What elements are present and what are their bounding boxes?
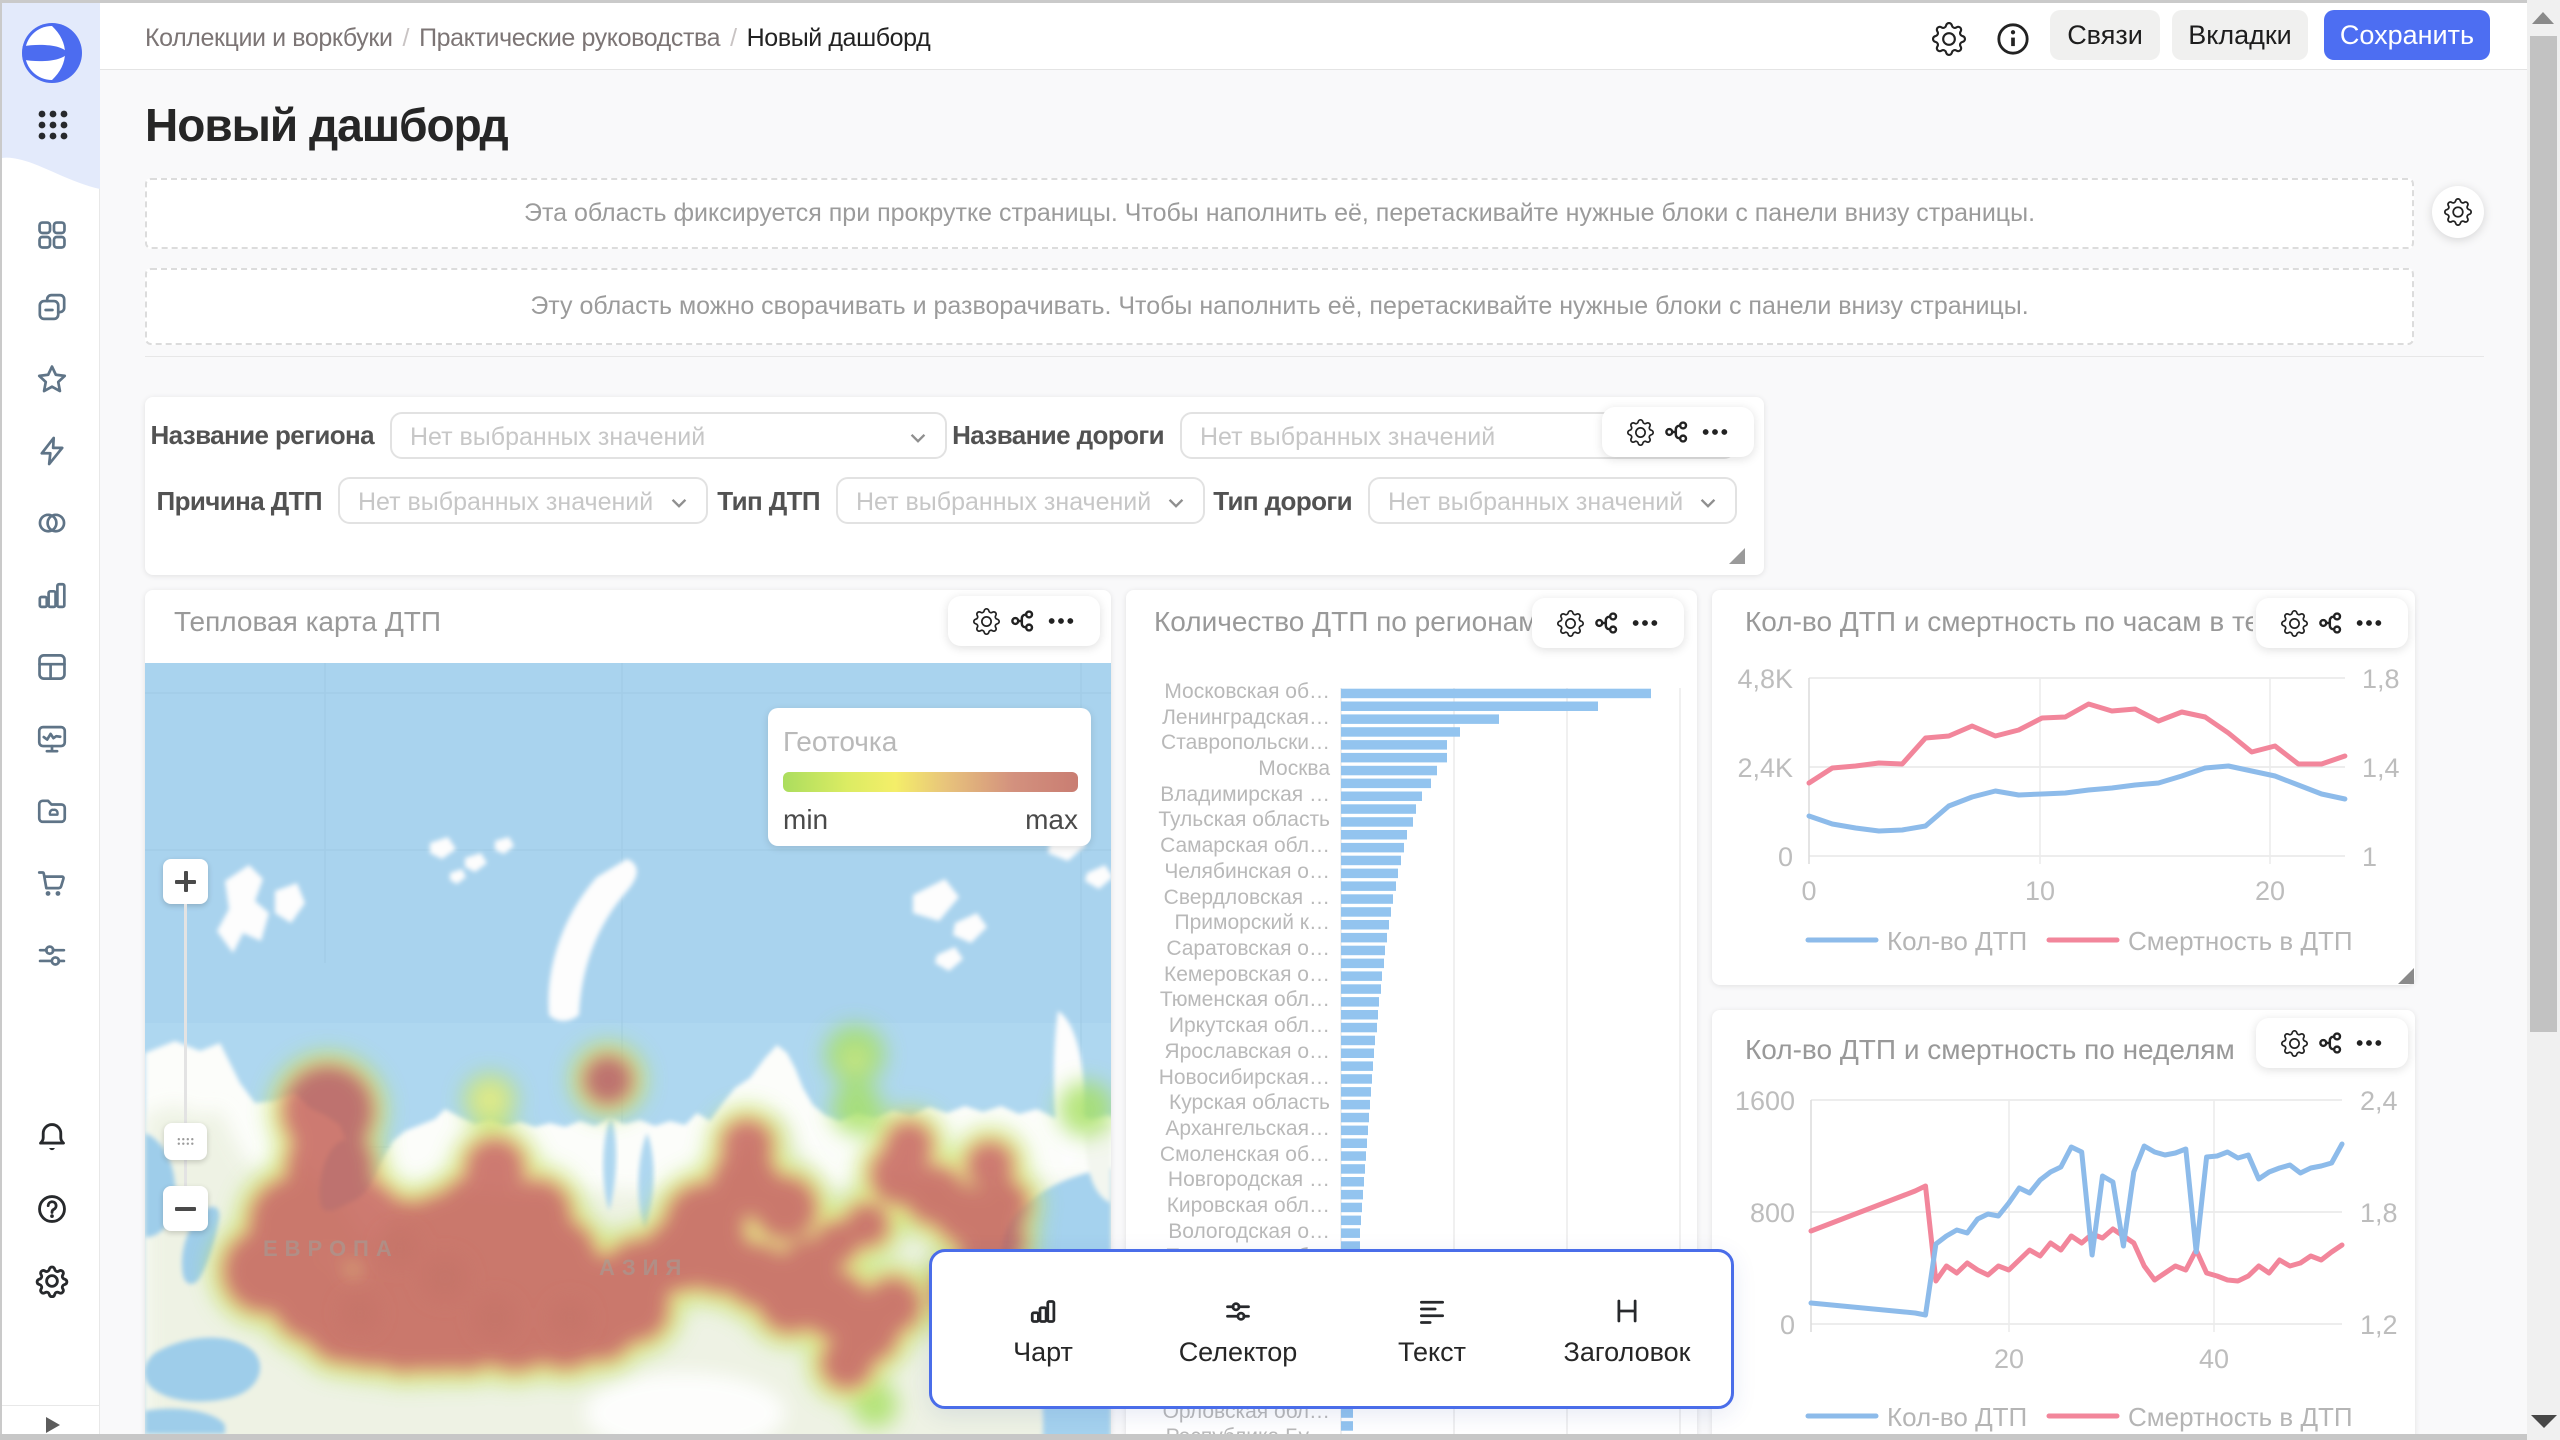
- svg-text:Смертность в ДТП: Смертность в ДТП: [2128, 926, 2353, 956]
- svg-text:20: 20: [2255, 876, 2285, 906]
- svg-text:Кол-во ДТП: Кол-во ДТП: [1887, 926, 2027, 956]
- svg-text:Кол-во ДТП: Кол-во ДТП: [1887, 1402, 2027, 1432]
- svg-text:0: 0: [1778, 842, 1793, 872]
- svg-text:20: 20: [1994, 1344, 2024, 1374]
- svg-text:1: 1: [2362, 842, 2377, 872]
- svg-text:Смертность в ДТП: Смертность в ДТП: [2128, 1402, 2353, 1432]
- svg-text:1,4: 1,4: [2362, 753, 2400, 783]
- svg-text:1,8: 1,8: [2362, 664, 2400, 694]
- svg-text:АЗИЯ: АЗИЯ: [599, 1255, 688, 1280]
- svg-text:1,8: 1,8: [2360, 1198, 2398, 1228]
- svg-text:2,4: 2,4: [2360, 1086, 2398, 1116]
- svg-text:1600: 1600: [1735, 1086, 1795, 1116]
- svg-text:800: 800: [1750, 1198, 1795, 1228]
- svg-text:40: 40: [2199, 1344, 2229, 1374]
- svg-text:4,8K: 4,8K: [1737, 664, 1793, 694]
- svg-text:0: 0: [1801, 876, 1816, 906]
- svg-text:1,2: 1,2: [2360, 1310, 2398, 1340]
- svg-text:ЕВРОПА: ЕВРОПА: [263, 1236, 399, 1261]
- svg-text:0: 0: [1780, 1310, 1795, 1340]
- svg-text:2,4K: 2,4K: [1737, 753, 1793, 783]
- svg-text:10: 10: [2025, 876, 2055, 906]
